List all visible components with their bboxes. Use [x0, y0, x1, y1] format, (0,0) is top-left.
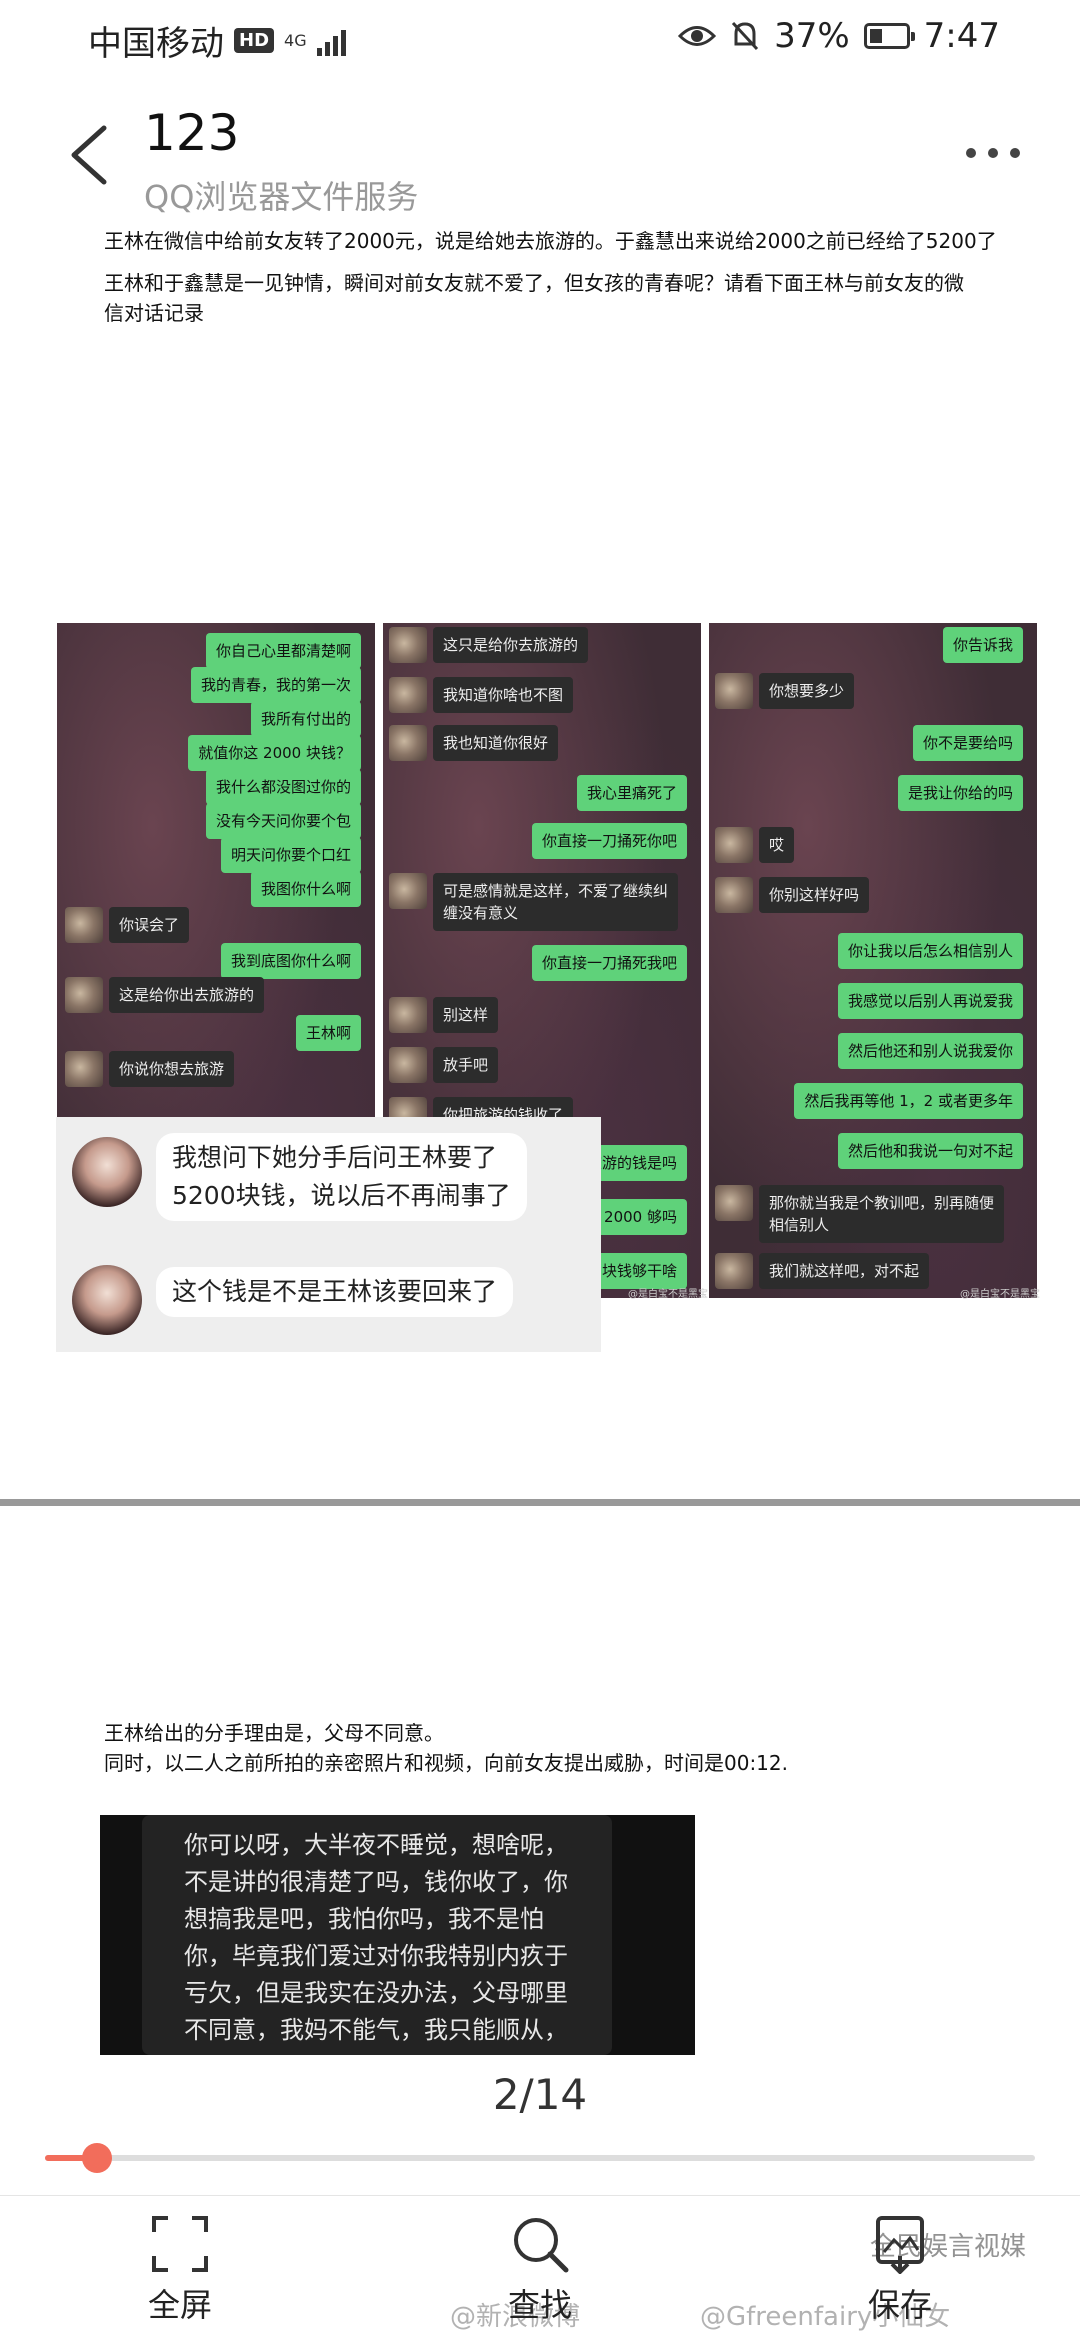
avatar — [389, 997, 427, 1033]
chat-bubble: 然后他还和别人说我爱你 — [837, 1033, 1023, 1069]
chat-bubble: 王林啊 — [295, 1015, 361, 1051]
page-slider[interactable] — [45, 2143, 1035, 2173]
more-options-icon[interactable] — [966, 148, 1020, 158]
chat-bubble: 明天问你要个口红 — [220, 837, 361, 873]
mute-bell-icon — [731, 21, 759, 51]
page-subtitle: QQ浏览器文件服务 — [144, 178, 419, 216]
avatar — [715, 827, 753, 863]
chat-bubble: 你说你想去旅游 — [109, 1051, 235, 1087]
chat-bubble: 你误会了 — [109, 907, 190, 943]
paragraph-threat: 同时，以二人之前所拍的亲密照片和视频，向前女友提出威胁，时间是00:12. — [104, 1751, 788, 1775]
avatar — [389, 873, 427, 909]
chat-bubble: 我知道你啥也不图 — [433, 677, 574, 713]
signal-icon — [316, 26, 346, 56]
fullscreen-label: 全屏 — [147, 2286, 212, 2324]
avatar — [72, 1265, 142, 1335]
carrier-name: 中国移动 — [88, 24, 224, 64]
page-indicator: 2/14 — [492, 2070, 588, 2119]
eye-icon — [678, 26, 717, 46]
chat-bubble: 别这样 — [433, 997, 499, 1033]
chat-bubble: 然后他和我说一句对不起 — [837, 1133, 1023, 1169]
chat-bubble: 我感觉以后别人再说爱我 — [837, 983, 1023, 1019]
status-right: 37% 7:47 — [678, 16, 1000, 56]
find-button[interactable]: 查找 — [460, 2214, 620, 2326]
comment-screenshot: 我想问下她分手后问王林要了 5200块钱，说以后不再闹事了 这个钱是不是王林该要… — [56, 1117, 601, 1352]
chat-bubble: 没有今天问你要个包 — [205, 803, 361, 839]
chat-bubble: 我图你什么啊 — [250, 871, 361, 907]
avatar — [65, 1051, 103, 1087]
avatar — [65, 907, 103, 943]
dark-chat-text: 你可以呀，大半夜不睡觉，想啥呢， 不是讲的很清楚了吗，钱你收了，你 想搞我是吧，… — [184, 1831, 568, 2044]
status-bar: 中国移动 HD 4G 37% 7:47 — [0, 0, 1080, 80]
avatar — [389, 725, 427, 761]
chat-screenshot-3: 你告诉我 你想要多少 你不是要给吗 是我让你给的吗 哎 你别这样好吗 你让我以后… — [709, 623, 1037, 1298]
avatar — [389, 1047, 427, 1083]
dark-chat-screenshot: 你可以呀，大半夜不睡觉，想啥呢， 不是讲的很清楚了吗，钱你收了，你 想搞我是吧，… — [100, 1815, 695, 2055]
save-button[interactable]: 保存 — [820, 2214, 980, 2326]
paragraph-intro-line2: 信对话记录 — [104, 301, 204, 325]
chat-bubble: 你自己心里都清楚啊 — [205, 633, 361, 669]
chat-bubble: 哎 — [759, 827, 795, 863]
chat-bubble: 你别这样好吗 — [759, 877, 870, 913]
status-left: 中国移动 HD 4G — [88, 16, 346, 65]
chat-bubble: 就值你这 2000 块钱？ — [188, 735, 361, 771]
avatar — [65, 977, 103, 1013]
avatar — [715, 1185, 753, 1221]
search-icon — [514, 2218, 569, 2273]
paragraph-transfer: 王林在微信中给前女友转了2000元，说是给她去旅游的。于鑫慧出来说给2000之前… — [104, 229, 997, 253]
chat-bubble: 你告诉我 — [942, 627, 1023, 663]
paragraph-intro-line1: 王林和于鑫慧是一见钟情，瞬间对前女友就不爱了，但女孩的青春呢？请看下面王林与前女… — [104, 271, 964, 295]
chat-bubble: 这只是给你去旅游的 — [433, 627, 589, 663]
avatar — [72, 1137, 142, 1207]
chat-bubble: 这是给你出去旅游的 — [109, 977, 265, 1013]
chat-bubble: 你直接一刀捅死你吧 — [531, 823, 687, 859]
network-type: 4G — [284, 30, 307, 50]
document-viewer[interactable]: 王林在微信中给前女友转了2000元，说是给她去旅游的。于鑫慧出来说给2000之前… — [0, 225, 1080, 2215]
chat-bubble: 你不是要给吗 — [912, 725, 1023, 761]
chat-bubble: 我们就这样吧，对不起 — [759, 1253, 930, 1289]
fullscreen-button[interactable]: 全屏 — [100, 2214, 260, 2326]
save-label: 保存 — [867, 2286, 932, 2324]
chat-bubble: 我什么都没图过你的 — [205, 769, 361, 805]
chat-bubble: 我也知道你很好 — [433, 725, 559, 761]
battery-icon — [863, 23, 915, 49]
chat-bubble: 你想要多少 — [759, 673, 855, 709]
avatar — [715, 877, 753, 913]
battery-percent: 37% — [774, 16, 850, 56]
clock: 7:47 — [923, 16, 1000, 56]
chat-bubble: 我到底图你什么啊 — [220, 943, 361, 979]
fullscreen-icon — [152, 2216, 208, 2272]
chat-bubble: 我心里痛死了 — [576, 775, 687, 811]
chat-bubble: 那你就当我是个教训吧，别再随便 相信别人 — [759, 1185, 1005, 1243]
avatar — [389, 627, 427, 663]
page-divider — [0, 1499, 1080, 1506]
chat-bubble: 可是感情就是这样，不爱了继续纠 缠没有意义 — [433, 873, 679, 931]
chat-bubble: 你让我以后怎么相信别人 — [837, 933, 1023, 969]
chat-bubble: 你直接一刀捅死我吧 — [531, 945, 687, 981]
chat-bubble: 我的青春，我的第一次 — [190, 667, 361, 703]
comment-bubble: 我想问下她分手后问王林要了 5200块钱，说以后不再闹事了 — [156, 1133, 527, 1221]
page-title: 123 — [144, 104, 240, 162]
app-header: 123 QQ浏览器文件服务 — [0, 80, 1080, 226]
chat-bubble: 我所有付出的 — [250, 701, 361, 737]
save-image-icon — [876, 2216, 924, 2274]
chat-bubble: 然后我再等他 1，2 或者更多年 — [794, 1083, 1023, 1119]
find-label: 查找 — [507, 2286, 572, 2324]
back-arrow-icon[interactable] — [60, 120, 120, 190]
hd-badge: HD — [234, 28, 275, 53]
comment-bubble: 这个钱是不是王林该要回来了 — [156, 1267, 514, 1317]
bottom-toolbar: @新浪微博 @Gfreenfairy小仙女 全民娱言视媒 全屏 查找 保存 — [0, 2195, 1080, 2341]
avatar — [715, 1253, 753, 1289]
chat-bubble: 2000 够吗 — [594, 1199, 687, 1235]
chat-bubble: 是我让你给的吗 — [897, 775, 1023, 811]
avatar — [715, 673, 753, 709]
avatar — [389, 677, 427, 713]
paragraph-reason: 王林给出的分手理由是，父母不同意。 — [104, 1721, 444, 1745]
chat-bubble: 放手吧 — [433, 1047, 499, 1083]
